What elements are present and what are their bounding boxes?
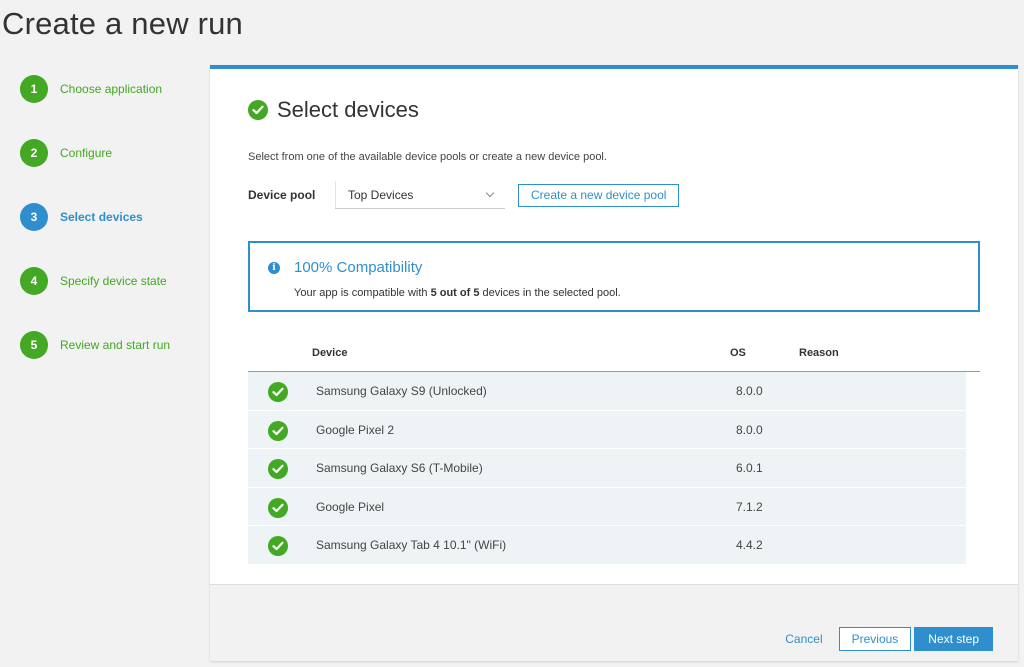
cancel-button[interactable]: Cancel [785,632,822,646]
page-title: Create a new run [2,6,243,41]
step-number: 3 [20,203,48,231]
device-os: 7.1.2 [736,499,763,514]
chevron-down-icon [485,188,495,198]
device-name: Samsung Galaxy S6 (T-Mobile) [316,461,483,475]
table-row[interactable]: Samsung Galaxy S6 (T-Mobile) 6.0.1 [248,449,966,488]
wizard-steps: 1 Choose application 2 Configure 3 Selec… [20,75,170,395]
check-circle-icon [268,497,288,518]
compatibility-alert: i 100% Compatibility Your app is compati… [248,241,980,312]
table-header: Device OS Reason [248,337,980,372]
column-header-os: OS [730,347,746,359]
device-name: Samsung Galaxy S9 (Unlocked) [316,384,487,398]
step-label: Configure [60,146,113,160]
step-number: 4 [20,267,48,295]
create-device-pool-button[interactable]: Create a new device pool [518,183,680,207]
compatibility-header: i 100% Compatibility [268,259,422,276]
check-circle-icon [268,536,288,556]
device-table: Device OS Reason Samsung Galaxy S9 (Unlo… [248,337,980,565]
step-number: 2 [20,139,48,167]
device-name: Google Pixel [316,499,385,514]
compatibility-title: 100% Compatibility [294,259,423,276]
step-number: 5 [20,331,48,359]
compatibility-text-after: devices in the selected pool. [479,287,621,299]
device-name: Google Pixel 2 [316,422,395,437]
panel-footer: Cancel Previous Next step [210,584,1018,661]
device-os: 4.4.2 [736,538,763,552]
table-row[interactable]: Google Pixel 7.1.2 [248,487,966,526]
footer-actions: Cancel Previous Next step [785,627,993,651]
device-name: Samsung Galaxy Tab 4 10.1" (WiFi) [316,538,507,552]
info-icon: i [268,261,280,274]
section-header: Select devices [248,97,419,123]
wizard-step-choose-application[interactable]: 1 Choose application [20,75,170,103]
table-row[interactable]: Samsung Galaxy Tab 4 10.1" (WiFi) 4.4.2 [248,526,966,565]
wizard-step-select-devices[interactable]: 3 Select devices [20,203,170,231]
step-label: Specify device state [60,274,167,288]
wizard-step-review-and-start-run[interactable]: 5 Review and start run [20,331,170,359]
check-circle-icon [248,100,268,120]
check-circle-icon [268,420,288,441]
wizard-step-specify-device-state[interactable]: 4 Specify device state [20,267,170,295]
step-label: Choose application [60,82,163,96]
section-title: Select devices [277,97,419,122]
step-number: 1 [20,75,48,103]
next-step-button[interactable]: Next step [914,627,993,651]
table-body: Samsung Galaxy S9 (Unlocked) 8.0.0 Googl… [248,372,966,565]
step-label: Select devices [60,210,143,224]
table-row[interactable]: Google Pixel 2 8.0.0 [248,410,966,449]
check-circle-icon [268,382,288,402]
compatibility-text-before: Your app is compatible with [294,287,431,299]
compatibility-text: Your app is compatible with 5 out of 5 d… [294,287,621,299]
table-row[interactable]: Samsung Galaxy S9 (Unlocked) 8.0.0 [248,372,966,411]
previous-button[interactable]: Previous [838,627,912,651]
select-devices-panel: Select devices Select from one of the av… [210,65,1018,661]
column-header-device: Device [312,347,348,359]
wizard-step-configure[interactable]: 2 Configure [20,139,170,167]
check-circle-icon [268,459,288,479]
step-label: Review and start run [60,338,171,352]
compatibility-count: 5 out of 5 [430,287,480,299]
device-os: 6.0.1 [736,461,763,475]
device-os: 8.0.0 [736,422,763,437]
section-intro: Select from one of the available device … [248,151,607,163]
device-os: 8.0.0 [736,384,763,398]
device-pool-row: Device pool Top Devices Create a new dev… [248,181,680,209]
device-pool-selected-value: Top Devices [348,187,414,202]
device-pool-select[interactable]: Top Devices [335,181,505,209]
column-header-reason: Reason [799,347,839,359]
device-pool-label: Device pool [248,188,316,202]
